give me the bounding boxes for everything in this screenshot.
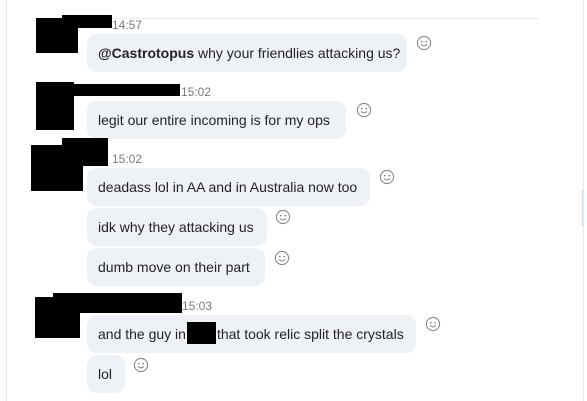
message-text: deadass lol in AA and in Australia now t… bbox=[98, 179, 358, 195]
redacted-avatar bbox=[35, 297, 80, 338]
message-text: dumb move on their part bbox=[98, 259, 250, 275]
message-text: idk why they attacking us bbox=[98, 219, 254, 235]
pane-left-border bbox=[6, 0, 7, 401]
smiley-face-icon[interactable] bbox=[356, 102, 372, 118]
message-bubble[interactable]: legit our entire incoming is for my ops bbox=[87, 101, 346, 139]
smiley-face-icon[interactable] bbox=[274, 250, 290, 266]
message-timestamp: 15:03 bbox=[182, 299, 213, 313]
message-text: that took relic split the crystals bbox=[216, 326, 404, 342]
message-timestamp: 15:02 bbox=[181, 85, 212, 99]
message-timestamp: 14:57 bbox=[112, 18, 143, 32]
message-text: lol bbox=[98, 366, 113, 382]
smiley-face-icon[interactable] bbox=[275, 209, 291, 225]
mention-link[interactable]: @Castrotopus bbox=[98, 45, 194, 61]
smiley-face-icon[interactable] bbox=[133, 357, 149, 373]
redacted-avatar bbox=[36, 82, 74, 130]
message-bubble[interactable]: @Castrotopus why your friendlies attacki… bbox=[87, 34, 407, 72]
message-text: why your friendlies attacking us? bbox=[194, 45, 401, 61]
message-timestamp: 15:02 bbox=[112, 152, 143, 166]
message-text: legit our entire incoming is for my ops bbox=[98, 112, 330, 128]
message-bubble[interactable]: lol bbox=[87, 355, 125, 393]
message-bubble[interactable]: and the guy in that took relic split the … bbox=[87, 315, 416, 353]
message-bubble[interactable]: dumb move on their part bbox=[87, 248, 265, 286]
message-bubble[interactable]: deadass lol in AA and in Australia now t… bbox=[87, 168, 370, 206]
redacted-avatar bbox=[31, 145, 83, 191]
message-text: and the guy in bbox=[98, 326, 186, 342]
smiley-face-icon[interactable] bbox=[379, 169, 395, 185]
redacted-avatar bbox=[36, 18, 78, 53]
redacted-text bbox=[186, 322, 216, 344]
smiley-face-icon[interactable] bbox=[416, 35, 432, 51]
pane-right-border bbox=[583, 0, 584, 401]
scrollbar-track[interactable] bbox=[582, 190, 583, 226]
message-bubble[interactable]: idk why they attacking us bbox=[87, 208, 267, 246]
smiley-face-icon[interactable] bbox=[425, 316, 441, 332]
redacted-sender-name bbox=[74, 84, 180, 96]
